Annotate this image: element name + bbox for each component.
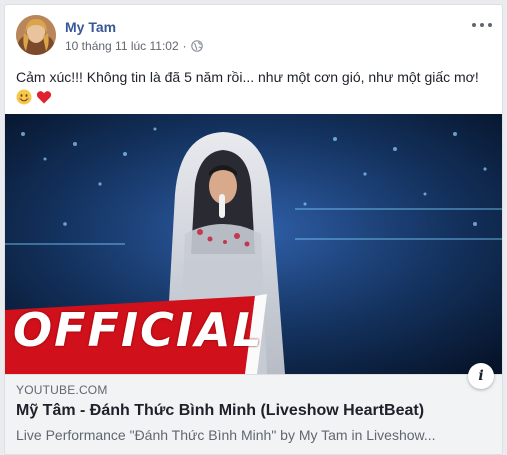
smiling-face-emoji-icon [16, 89, 32, 105]
video-thumbnail[interactable]: OFFICIAL [5, 114, 502, 374]
post-text: Cảm xúc!!! Không tin là đã 5 năm rồi... … [16, 69, 479, 85]
link-domain: YOUTUBE.COM [16, 383, 108, 397]
post-card: My Tam 10 tháng 11 lúc 11:02 · Cảm xúc!!… [4, 4, 503, 455]
post-meta: 10 tháng 11 lúc 11:02 · [65, 39, 203, 53]
link-preview[interactable]: i YOUTUBE.COM Mỹ Tâm - Đánh Thức Bình Mi… [5, 363, 502, 454]
more-dot [488, 23, 492, 27]
post-header: My Tam 10 tháng 11 lúc 11:02 · [5, 5, 502, 63]
red-heart-emoji-icon [36, 89, 52, 105]
globe-icon[interactable] [190, 40, 203, 52]
link-title[interactable]: Mỹ Tâm - Đánh Thức Bình Minh (Liveshow H… [16, 402, 424, 420]
more-dot [480, 23, 484, 27]
info-icon[interactable]: i [468, 363, 494, 389]
author-name[interactable]: My Tam [65, 19, 116, 35]
more-options-icon[interactable] [472, 17, 492, 33]
more-dot [472, 23, 476, 27]
post-timestamp[interactable]: 10 tháng 11 lúc 11:02 [65, 39, 179, 53]
avatar[interactable] [16, 15, 56, 55]
meta-separator: · [182, 39, 187, 53]
link-description: Live Performance "Đánh Thức Bình Minh" b… [16, 427, 436, 443]
official-overlay-text: OFFICIAL [13, 303, 264, 357]
post-body: Cảm xúc!!! Không tin là đã 5 năm rồi... … [16, 67, 496, 107]
